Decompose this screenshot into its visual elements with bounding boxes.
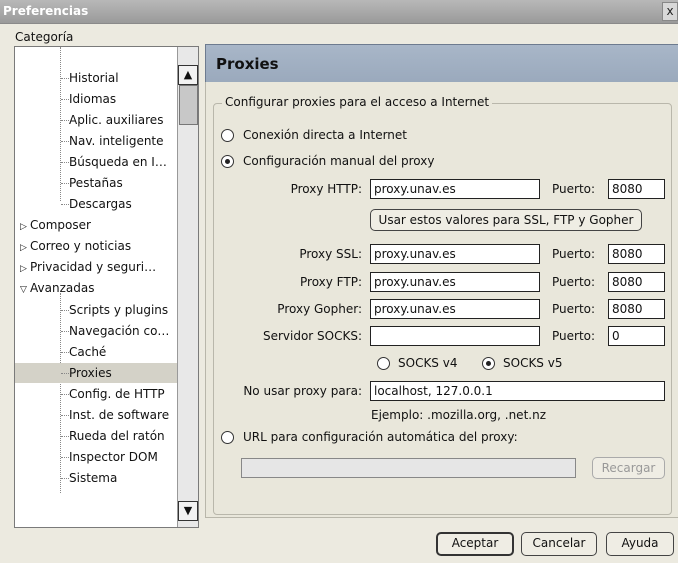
gopher-label: Proxy Gopher: (277, 302, 362, 316)
sidebar-item-aplic-auxiliares[interactable]: Aplic. auxiliares (61, 110, 163, 130)
noproxy-label: No usar proxy para: (243, 384, 362, 398)
sidebar-item-software[interactable]: Inst. de software (61, 405, 169, 425)
gopher-port-input[interactable]: 8080 (608, 299, 665, 319)
page-title: Proxies (216, 55, 279, 73)
socks-v4-radio[interactable] (377, 357, 390, 370)
socks-v4-label[interactable]: SOCKS v4 (398, 356, 457, 370)
noproxy-input[interactable]: localhost, 127.0.0.1 (370, 381, 665, 401)
http-port-label: Puerto: (552, 182, 596, 196)
manual-label[interactable]: Configuración manual del proxy (243, 154, 434, 168)
help-button[interactable]: Ayuda (606, 532, 674, 556)
direct-radio[interactable] (221, 129, 234, 142)
sidebar-item-scripts[interactable]: Scripts y plugins (61, 300, 168, 320)
sidebar-item-avanzadas[interactable]: ▽ Avanzadas (20, 278, 94, 298)
direct-label[interactable]: Conexión directa a Internet (243, 128, 407, 142)
socks-v5-radio[interactable] (482, 357, 495, 370)
scroll-thumb[interactable] (179, 85, 198, 125)
sidebar-item-descargas[interactable]: Descargas (61, 194, 132, 214)
category-tree[interactable]: Historial Idiomas Aplic. auxiliares Nav.… (14, 46, 199, 528)
example-text: Ejemplo: .mozilla.org, .net.nz (371, 408, 546, 422)
ftp-label: Proxy FTP: (300, 275, 362, 289)
ssl-port-input[interactable]: 8080 (608, 244, 665, 264)
use-same-button[interactable]: Usar estos valores para SSL, FTP y Gophe… (370, 209, 642, 231)
auto-url-input[interactable] (241, 458, 576, 478)
http-input[interactable]: proxy.unav.es (370, 179, 540, 199)
scroll-up-icon[interactable]: ▲ (178, 65, 198, 85)
expand-icon[interactable]: ▷ (20, 259, 30, 279)
sidebar-scrollbar[interactable]: ▲ ▼ (177, 47, 198, 527)
sidebar-item-http[interactable]: Config. de HTTP (61, 384, 165, 404)
sidebar-item-proxies[interactable]: Proxies (15, 363, 177, 383)
accept-button[interactable]: Aceptar (436, 532, 514, 556)
ftp-port-label: Puerto: (552, 275, 596, 289)
sidebar-item-nav-inteligente[interactable]: Nav. inteligente (61, 131, 164, 151)
sidebar-item-privacidad[interactable]: ▷ Privacidad y seguri… (20, 257, 156, 277)
sidebar-item-inspector[interactable]: Inspector DOM (61, 447, 158, 467)
sidebar-item-correo[interactable]: ▷ Correo y noticias (20, 236, 131, 256)
sidebar-item-idiomas[interactable]: Idiomas (61, 89, 116, 109)
expand-icon[interactable]: ▷ (20, 217, 30, 237)
category-label: Categoría (15, 30, 74, 44)
ssl-label: Proxy SSL: (299, 247, 362, 261)
socks-v5-label[interactable]: SOCKS v5 (503, 356, 562, 370)
ssl-port-label: Puerto: (552, 247, 596, 261)
sidebar-item-navegacion[interactable]: Navegación co… (61, 321, 169, 341)
socks-input[interactable] (370, 326, 540, 346)
auto-radio[interactable] (221, 431, 234, 444)
ftp-port-input[interactable]: 8080 (608, 272, 665, 292)
close-icon[interactable]: x (662, 2, 678, 21)
title-bar: Preferencias x (0, 0, 678, 24)
http-port-input[interactable]: 8080 (608, 179, 665, 199)
window-title: Preferencias (3, 4, 89, 18)
http-label: Proxy HTTP: (290, 182, 362, 196)
auto-label[interactable]: URL para configuración automática del pr… (243, 430, 518, 444)
sidebar-item-cache[interactable]: Caché (61, 342, 106, 362)
sidebar-item-rueda[interactable]: Rueda del ratón (61, 426, 165, 446)
manual-radio[interactable] (221, 155, 234, 168)
socks-label: Servidor SOCKS: (262, 329, 362, 343)
socks-port-input[interactable]: 0 (608, 326, 665, 346)
gopher-port-label: Puerto: (552, 302, 596, 316)
scroll-down-icon[interactable]: ▼ (178, 501, 198, 521)
reload-button[interactable]: Recargar (592, 457, 665, 479)
expand-icon[interactable]: ▷ (20, 238, 30, 258)
sidebar-item-historial[interactable]: Historial (61, 68, 119, 88)
collapse-icon[interactable]: ▽ (20, 280, 30, 300)
panel-header: Proxies (205, 44, 678, 84)
gopher-input[interactable]: proxy.unav.es (370, 299, 540, 319)
sidebar-item-busqueda[interactable]: Búsqueda en I… (61, 152, 167, 172)
socks-port-label: Puerto: (552, 329, 596, 343)
ftp-input[interactable]: proxy.unav.es (370, 272, 540, 292)
cancel-button[interactable]: Cancelar (521, 532, 597, 556)
group-legend: Configurar proxies para el acceso a Inte… (222, 95, 493, 109)
sidebar-item-composer[interactable]: ▷ Composer (20, 215, 91, 235)
ssl-input[interactable]: proxy.unav.es (370, 244, 540, 264)
sidebar-item-pestanas[interactable]: Pestañas (61, 173, 123, 193)
sidebar-item-sistema[interactable]: Sistema (61, 468, 117, 488)
